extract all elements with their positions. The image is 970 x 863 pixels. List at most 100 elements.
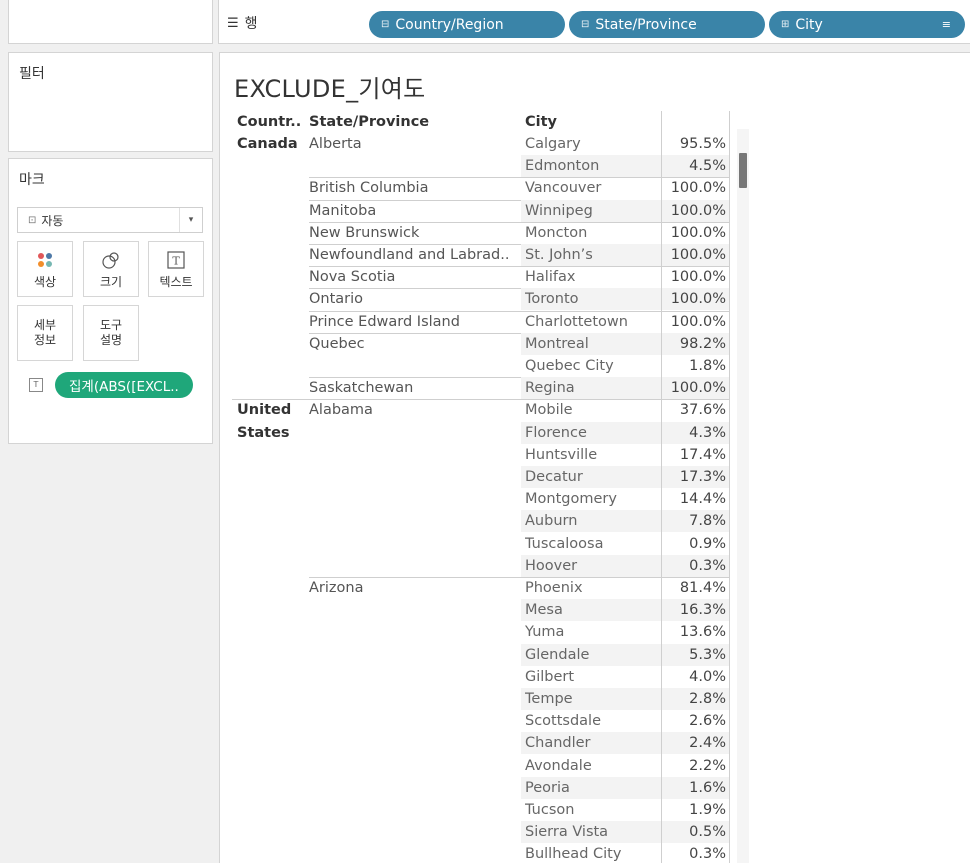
tooltip-label-1: 도구 <box>99 318 123 332</box>
city-cell: Scottsdale <box>525 713 602 730</box>
value-column-divider <box>661 133 662 863</box>
city-pill-label: City <box>795 16 823 33</box>
value-column-right-border <box>729 111 730 863</box>
color-button[interactable]: 색상 <box>17 241 73 297</box>
city-cell: Chandler <box>525 735 591 752</box>
value-cell: 1.6% <box>689 779 726 796</box>
city-cell: Toronto <box>525 291 579 308</box>
sheet-title: EXCLUDE_기여도 <box>234 75 426 103</box>
value-cell: 2.6% <box>689 713 726 730</box>
country-region-pill[interactable]: ⊟ Country/Region <box>369 11 565 38</box>
filters-title: 필터 <box>19 66 45 82</box>
collapse-icon: ⊟ <box>381 19 390 30</box>
size-button[interactable]: 크기 <box>83 241 139 297</box>
header-country[interactable]: Countr.. <box>237 111 307 133</box>
city-cell: Vancouver <box>525 180 602 197</box>
city-cell: Charlottetown <box>525 313 628 330</box>
value-cell: 95.5% <box>679 136 726 152</box>
state-cell: Quebec <box>309 335 365 352</box>
detail-button[interactable]: 세부 정보 <box>17 305 73 361</box>
state-cell: Saskatchewan <box>309 380 414 397</box>
city-cell: Mobile <box>525 402 573 419</box>
city-cell: Tucson <box>525 802 575 818</box>
value-cell: 0.5% <box>689 824 726 841</box>
svg-text:T: T <box>172 254 180 267</box>
text-icon: T <box>167 249 185 271</box>
text-button[interactable]: T 텍스트 <box>148 241 204 297</box>
city-cell: Tuscaloosa <box>525 535 604 552</box>
city-cell: Montreal <box>525 335 589 352</box>
value-cell: 14.4% <box>679 491 726 508</box>
city-cell: Edmonton <box>525 158 600 175</box>
city-cell: Winnipeg <box>525 202 593 219</box>
value-cell: 2.4% <box>689 735 726 752</box>
value-cell: 100.0% <box>670 291 726 308</box>
city-cell: St. John’s <box>525 247 593 263</box>
city-cell: Regina <box>525 380 575 397</box>
scroll-thumb[interactable] <box>739 153 747 188</box>
text-field-row: T 집계(ABS([EXCL.. <box>17 371 193 399</box>
text-label: 텍스트 <box>159 274 193 289</box>
city-cell: Sierra Vista <box>525 824 609 841</box>
value-cell: 1.9% <box>689 802 726 818</box>
state-cell: Manitoba <box>309 202 377 219</box>
filters-card[interactable]: 필터 <box>8 52 213 152</box>
value-cell: 81.4% <box>679 580 726 596</box>
state-cell: Nova Scotia <box>309 269 396 286</box>
list-icon: ☰ <box>227 15 239 31</box>
state-province-pill[interactable]: ⊟ State/Province <box>569 11 765 38</box>
city-cell: Glendale <box>525 646 590 663</box>
city-pill[interactable]: ⊞ City ≡ <box>769 11 965 38</box>
city-cell: Moncton <box>525 224 588 241</box>
value-cell: 100.0% <box>670 380 726 397</box>
measure-pill[interactable]: 집계(ABS([EXCL.. <box>55 372 193 398</box>
value-cell: 0.3% <box>689 557 726 574</box>
country-cell: Canada <box>237 136 298 152</box>
rows-label: 행 <box>244 16 258 32</box>
rows-shelf: ☰ 행 ⊟ Country/Region ⊟ State/Province ⊞ … <box>218 0 970 44</box>
value-cell: 100.0% <box>670 202 726 219</box>
header-state[interactable]: State/Province <box>309 111 509 133</box>
value-cell: 17.3% <box>679 469 726 485</box>
mark-type-dropdown[interactable]: ⊡ 자동 ▾ <box>17 207 203 233</box>
state-cell: Alabama <box>309 402 373 419</box>
country-cell: United <box>237 402 292 419</box>
city-cell: Yuma <box>525 624 565 641</box>
size-label: 크기 <box>99 274 123 289</box>
marks-card: 마크 ⊡ 자동 ▾ 색상 크기 T 텍스트 세부 정보 도구 설명 T 집계(A… <box>8 158 213 444</box>
value-cell: 100.0% <box>670 313 726 330</box>
color-label: 색상 <box>33 274 57 289</box>
state-cell: British Columbia <box>309 180 429 197</box>
expand-icon: ⊞ <box>781 19 790 30</box>
state-province-pill-label: State/Province <box>595 16 697 33</box>
city-cell: Peoria <box>525 779 570 796</box>
detail-label-1: 세부 <box>33 318 57 332</box>
city-cell: Calgary <box>525 136 581 152</box>
city-cell: Florence <box>525 424 587 441</box>
city-cell: Mesa <box>525 602 563 619</box>
color-dots-icon <box>37 249 53 271</box>
text-mark-icon: T <box>29 378 43 392</box>
value-cell: 5.3% <box>689 646 726 663</box>
detail-label-2: 정보 <box>33 333 57 347</box>
value-header-divider <box>661 111 662 133</box>
city-cell: Tempe <box>525 691 573 707</box>
mark-type-label: 자동 <box>41 213 64 228</box>
tooltip-button[interactable]: 도구 설명 <box>83 305 139 361</box>
city-cell: Halifax <box>525 269 576 286</box>
value-cell: 17.4% <box>679 446 726 463</box>
worksheet-view: EXCLUDE_기여도 Countr.. State/Province City… <box>219 52 970 863</box>
vertical-scrollbar[interactable] <box>737 129 749 863</box>
marks-title: 마크 <box>19 172 45 188</box>
state-cell: New Brunswick <box>309 224 420 241</box>
state-cell: Prince Edward Island <box>309 313 460 330</box>
country-region-pill-label: Country/Region <box>395 16 504 33</box>
mark-type-icon: ⊡ <box>28 214 37 226</box>
value-cell: 98.2% <box>679 335 726 352</box>
value-cell: 0.9% <box>689 535 726 552</box>
chevron-down-icon[interactable]: ▾ <box>179 208 202 232</box>
header-city[interactable]: City <box>525 111 655 133</box>
city-cell: Hoover <box>525 557 578 574</box>
city-cell: Avondale <box>525 757 592 774</box>
value-cell: 0.3% <box>689 846 726 863</box>
